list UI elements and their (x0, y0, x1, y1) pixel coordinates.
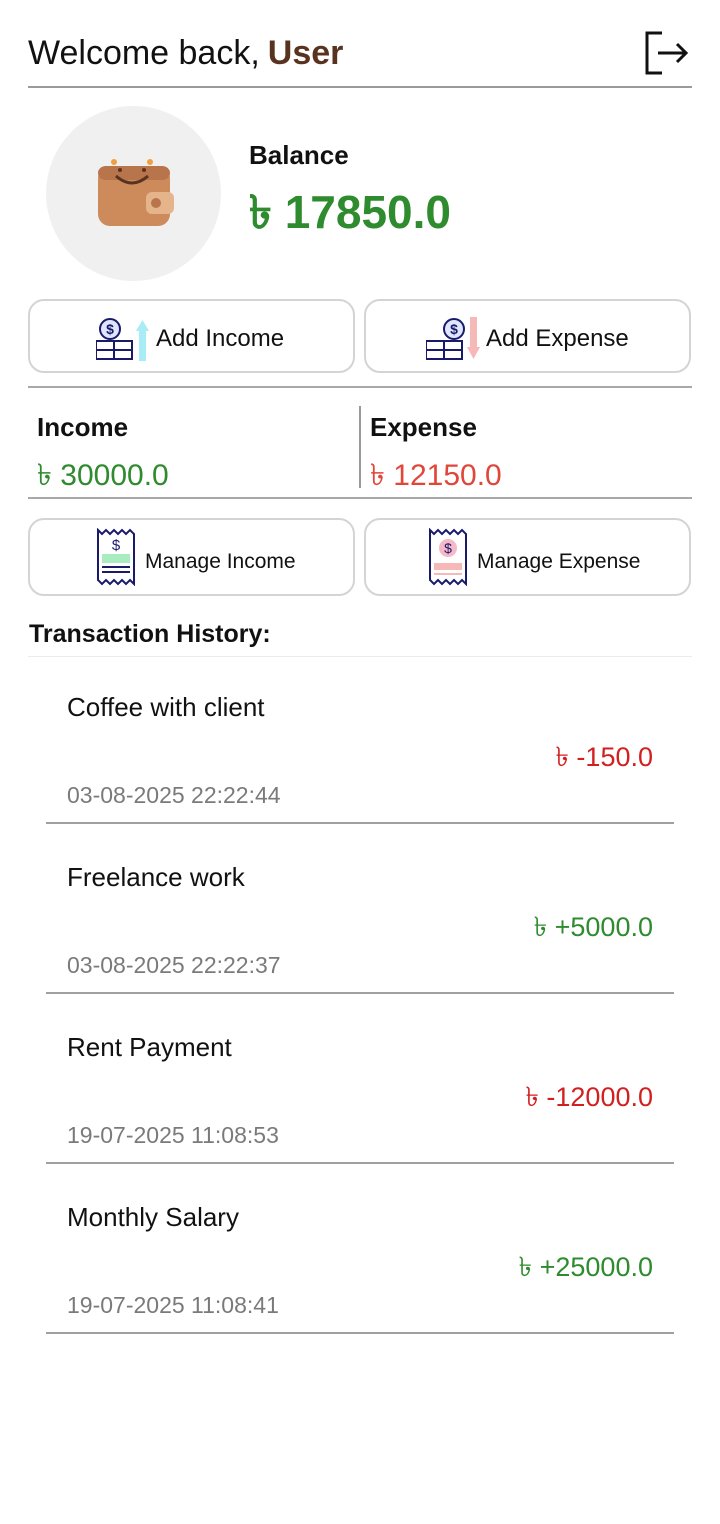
add-expense-button[interactable]: $ Add Expense (364, 299, 691, 373)
manage-expense-button[interactable]: $ Manage Expense (364, 518, 691, 596)
add-income-label: Add Income (156, 325, 285, 352)
transaction-amount: ৳ +5000.0 (533, 912, 653, 942)
app-header: Welcome back, User (28, 30, 692, 88)
transaction-date: 19-07-2025 11:08:53 (67, 1122, 279, 1148)
add-expense-label: Add Expense (486, 325, 629, 352)
income-receipt-icon: $ (97, 528, 135, 586)
transaction-title: Coffee with client (67, 692, 265, 722)
transaction-date: 19-07-2025 11:08:41 (67, 1292, 279, 1318)
summary-separator (359, 406, 361, 488)
transaction-item[interactable]: Freelance work ৳ +5000.0 03-08-2025 22:2… (46, 824, 674, 994)
income-value: ৳ 30000.0 (37, 459, 169, 492)
add-expense-icon: $ (426, 317, 480, 360)
manage-expense-label: Manage Expense (477, 550, 641, 573)
wallet-icon (98, 159, 174, 226)
transaction-item[interactable]: Coffee with client ৳ -150.0 03-08-2025 2… (46, 654, 674, 824)
divider (28, 497, 692, 499)
transaction-date: 03-08-2025 22:22:44 (67, 782, 281, 808)
svg-text:$: $ (106, 321, 114, 337)
wallet-avatar (46, 106, 221, 281)
transaction-title: Monthly Salary (67, 1202, 239, 1232)
manage-income-label: Manage Income (145, 550, 296, 573)
add-income-icon: $ (96, 318, 149, 361)
add-income-button[interactable]: $ Add Income (28, 299, 355, 373)
transaction-amount: ৳ +25000.0 (518, 1252, 653, 1282)
expense-value: ৳ 12150.0 (370, 459, 502, 492)
balance-label: Balance (249, 140, 349, 170)
transaction-date: 03-08-2025 22:22:37 (67, 952, 281, 978)
manage-income-button[interactable]: $ Manage Income (28, 518, 355, 596)
svg-text:$: $ (112, 537, 121, 554)
transaction-amount: ৳ -150.0 (555, 742, 653, 772)
history-title: Transaction History: (29, 620, 271, 648)
transaction-item[interactable]: Monthly Salary ৳ +25000.0 19-07-2025 11:… (46, 1164, 674, 1334)
divider (28, 386, 692, 388)
welcome-message: Welcome back, User (28, 34, 343, 73)
username: User (267, 34, 344, 72)
welcome-text: Welcome back, (28, 34, 260, 72)
transaction-amount: ৳ -12000.0 (525, 1082, 653, 1112)
transaction-title: Freelance work (67, 862, 245, 892)
logout-icon[interactable] (644, 30, 690, 76)
balance-value: ৳ 17850.0 (249, 186, 451, 238)
svg-text:$: $ (444, 540, 452, 556)
income-label: Income (37, 412, 129, 442)
transaction-title: Rent Payment (67, 1032, 232, 1062)
expense-receipt-icon: $ (429, 528, 467, 586)
svg-text:$: $ (450, 321, 458, 337)
expense-label: Expense (370, 412, 477, 442)
transaction-item[interactable]: Rent Payment ৳ -12000.0 19-07-2025 11:08… (46, 994, 674, 1164)
